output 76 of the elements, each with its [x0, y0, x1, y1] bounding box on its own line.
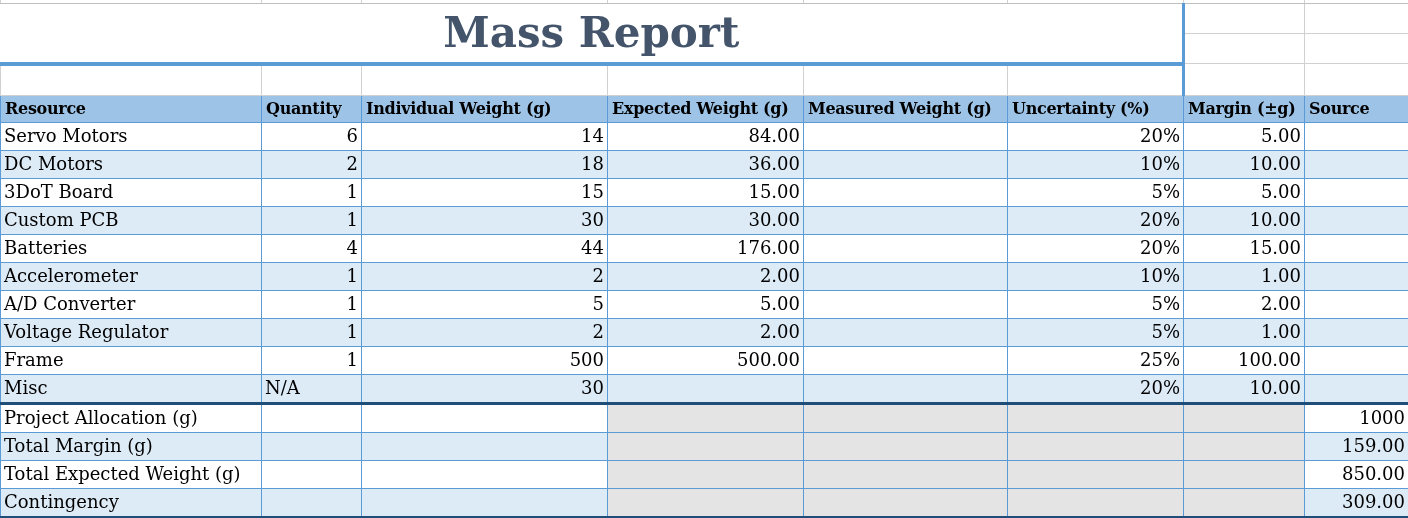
- table-cell: 4: [261, 234, 362, 262]
- column-header: Quantity: [261, 95, 362, 122]
- summary-value: 309.00: [1304, 488, 1408, 517]
- table-cell: 2.00: [1183, 290, 1305, 318]
- table-cell: 15: [361, 178, 608, 206]
- table-cell: 6: [261, 122, 362, 150]
- table-cell: 14: [361, 122, 608, 150]
- summary-value: 850.00: [1304, 460, 1408, 488]
- table-cell: 5%: [1007, 318, 1184, 346]
- table-cell: 2: [261, 150, 362, 178]
- summary-label: Contingency: [0, 488, 262, 517]
- table-cell: 15.00: [1183, 234, 1305, 262]
- table-cell: Batteries: [0, 234, 262, 262]
- table-cell: 1.00: [1183, 318, 1305, 346]
- table-cell: Frame: [0, 346, 262, 374]
- table-cell: 5.00: [1183, 122, 1305, 150]
- summary-label: Project Allocation (g): [0, 403, 262, 432]
- table-cell: 5.00: [1183, 178, 1305, 206]
- table-cell: 10.00: [1183, 150, 1305, 178]
- table-cell: 5.00: [607, 290, 804, 318]
- table-cell: 30: [361, 206, 608, 234]
- table-cell: 1: [261, 262, 362, 290]
- table-cell: DC Motors: [0, 150, 262, 178]
- table-cell: 20%: [1007, 206, 1184, 234]
- table-cell: Custom PCB: [0, 206, 262, 234]
- table-cell: 100.00: [1183, 346, 1305, 374]
- column-header: Margin (±g): [1183, 95, 1305, 122]
- table-cell: 500: [361, 346, 608, 374]
- table-cell: 36.00: [607, 150, 804, 178]
- summary-label: Total Expected Weight (g): [0, 460, 262, 488]
- table-cell: 3DoT Board: [0, 178, 262, 206]
- table-cell: 5%: [1007, 178, 1184, 206]
- table-cell: 1: [261, 290, 362, 318]
- table-cell: Servo Motors: [0, 122, 262, 150]
- summary-value: 1000: [1304, 403, 1408, 432]
- table-cell: 5: [361, 290, 608, 318]
- table-cell: 176.00: [607, 234, 804, 262]
- table-cell: 30.00: [607, 206, 804, 234]
- table-cell: Voltage Regulator: [0, 318, 262, 346]
- table-cell: 2.00: [607, 262, 804, 290]
- table-cell: N/A: [261, 374, 362, 403]
- column-header: Uncertainty (%): [1007, 95, 1184, 122]
- table-cell: A/D Converter: [0, 290, 262, 318]
- table-cell: 10.00: [1183, 206, 1305, 234]
- table-cell: 1: [261, 206, 362, 234]
- table-cell: 5%: [1007, 290, 1184, 318]
- table-cell: 1: [261, 318, 362, 346]
- column-header: Measured Weight (g): [803, 95, 1008, 122]
- table-cell: 2: [361, 262, 608, 290]
- table-cell: Accelerometer: [0, 262, 262, 290]
- table-cell: 20%: [1007, 122, 1184, 150]
- table-cell: 25%: [1007, 346, 1184, 374]
- column-header: Source: [1304, 95, 1408, 122]
- report-title: Mass Report: [0, 3, 1184, 64]
- table-cell: 20%: [1007, 374, 1184, 403]
- table-cell: 10%: [1007, 262, 1184, 290]
- table-cell: 1: [261, 346, 362, 374]
- table-cell: Misc: [0, 374, 262, 403]
- table-cell: 18: [361, 150, 608, 178]
- column-header: Resource: [0, 95, 262, 122]
- table-cell: 84.00: [607, 122, 804, 150]
- table-cell: 10.00: [1183, 374, 1305, 403]
- table-cell: 2.00: [607, 318, 804, 346]
- column-header: Expected Weight (g): [607, 95, 804, 122]
- column-header: Individual Weight (g): [361, 95, 608, 122]
- table-cell: 10%: [1007, 150, 1184, 178]
- table-cell: 15.00: [607, 178, 804, 206]
- table-cell: 2: [361, 318, 608, 346]
- summary-label: Total Margin (g): [0, 432, 262, 460]
- table-cell: 44: [361, 234, 608, 262]
- table-cell: 1: [261, 178, 362, 206]
- table-cell: 30: [361, 374, 608, 403]
- summary-value: 159.00: [1304, 432, 1408, 460]
- table-cell: 1.00: [1183, 262, 1305, 290]
- table-cell: 500.00: [607, 346, 804, 374]
- table-cell: 20%: [1007, 234, 1184, 262]
